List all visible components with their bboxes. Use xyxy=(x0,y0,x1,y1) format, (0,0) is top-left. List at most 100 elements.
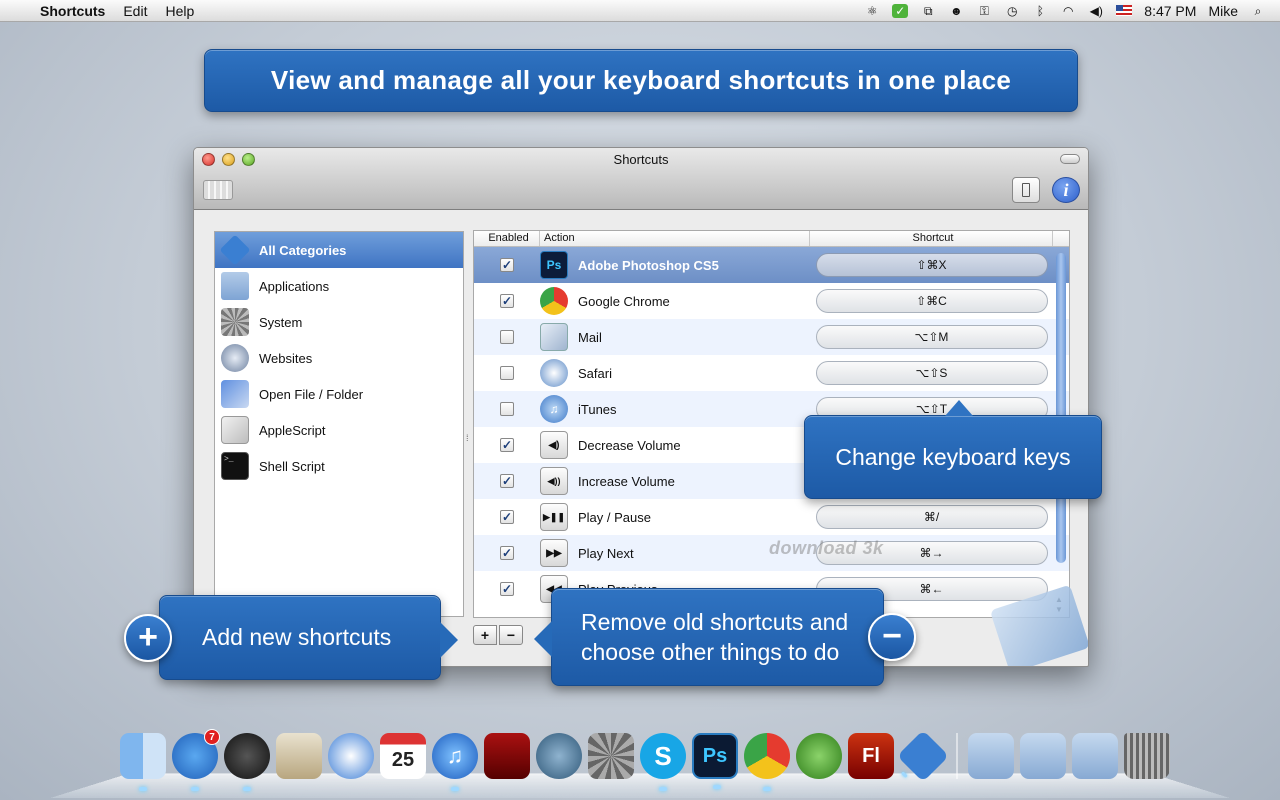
sidebar-item-applications[interactable]: Applications xyxy=(215,268,463,304)
table-row[interactable]: ✓ Google Chrome ⇧⌘C xyxy=(474,283,1069,319)
dock-skype-icon[interactable]: S xyxy=(640,733,686,791)
info-button[interactable]: i xyxy=(1052,177,1080,203)
enabled-checkbox[interactable]: ✓ xyxy=(500,546,514,560)
dock-icon-label: Ps xyxy=(702,744,728,767)
sidebar-item-applescript[interactable]: AppleScript xyxy=(215,412,463,448)
dock-time-machine-icon[interactable] xyxy=(536,733,582,779)
action-cell: Ps Adobe Photoshop CS5 xyxy=(540,251,810,279)
finder-icon xyxy=(221,380,249,408)
enabled-checkbox[interactable]: ✓ xyxy=(500,474,514,488)
evernote-icon[interactable]: ✓ xyxy=(892,3,909,18)
sidebar-item-all-categories[interactable]: All Categories xyxy=(215,232,463,268)
enabled-checkbox[interactable] xyxy=(500,330,514,344)
running-indicator-icon xyxy=(659,787,667,791)
shortcut-recorder-field[interactable]: ⌥⇧M xyxy=(815,325,1048,349)
dock-itunes-icon[interactable]: ♫ xyxy=(432,733,478,791)
enabled-checkbox[interactable] xyxy=(500,402,514,416)
menu-help[interactable]: Help xyxy=(165,3,194,19)
wifi-icon[interactable]: ◠ xyxy=(1060,4,1076,18)
column-header-action[interactable]: Action xyxy=(540,231,810,246)
dock-separator xyxy=(956,733,958,779)
shortcut-recorder-field[interactable]: ⌥⇧S xyxy=(815,361,1048,385)
sidebar-item-websites[interactable]: Websites xyxy=(215,340,463,376)
dock-flash-icon[interactable]: Fl xyxy=(848,733,894,779)
running-indicator-icon xyxy=(763,787,771,791)
enabled-checkbox[interactable]: ✓ xyxy=(500,294,514,308)
enabled-cell: ✓ xyxy=(474,294,540,308)
dock-adium-icon[interactable] xyxy=(796,733,842,779)
dock-applications-stack-icon[interactable] xyxy=(968,733,1014,779)
shortcut-recorder-field[interactable]: ⇧⌘X xyxy=(815,253,1048,277)
running-indicator-icon xyxy=(713,785,721,789)
sidebar-item-open-file-folder[interactable]: Open File / Folder xyxy=(215,376,463,412)
sidebar-item-shell-script[interactable]: >_ Shell Script xyxy=(215,448,463,484)
dock-downloads-stack-icon[interactable] xyxy=(1072,733,1118,779)
lock-icon[interactable]: ⚿ xyxy=(976,4,992,18)
enabled-checkbox[interactable]: ✓ xyxy=(500,510,514,524)
table-row[interactable]: ✓ ▶❚❚ Play / Pause ⌘/ xyxy=(474,499,1069,535)
add-shortcut-button[interactable]: + xyxy=(473,625,497,645)
dock-finder-icon[interactable] xyxy=(120,733,166,791)
dock-safari-icon[interactable] xyxy=(328,733,374,779)
enabled-cell: ✓ xyxy=(474,258,540,272)
enabled-checkbox[interactable]: ✓ xyxy=(500,438,514,452)
itunes-icon: ♫ xyxy=(540,395,568,423)
menu-bar: Shortcuts Edit Help ⚛ ✓ ⧉ ☻ ⚿ ◷ ᛒ ◠ ◀) 8… xyxy=(0,0,1280,22)
shortcut-recorder-field[interactable]: ⌘/ xyxy=(815,505,1048,529)
sidebar-item-label: Open File / Folder xyxy=(259,386,364,402)
remove-shortcut-button[interactable]: − xyxy=(499,625,523,645)
callout-remove-line-2: choose other things to do xyxy=(581,639,840,665)
shortcut-cell: ⌥⇧S xyxy=(810,361,1053,385)
keyboard-icon[interactable] xyxy=(203,180,233,200)
toolbar-toggle-button[interactable] xyxy=(1060,154,1080,164)
notification-badge: 7 xyxy=(204,729,220,745)
enabled-checkbox[interactable] xyxy=(500,366,514,380)
shortcut-recorder-field[interactable]: ⇧⌘C xyxy=(815,289,1048,313)
running-indicator-icon xyxy=(900,771,908,779)
enabled-cell xyxy=(474,366,540,380)
dock-calendar-icon[interactable]: 25 xyxy=(380,733,426,779)
scrollbar-thumb[interactable] xyxy=(1056,253,1066,563)
plus-icon: + xyxy=(124,614,172,662)
spotlight-search-icon[interactable]: ⌕ xyxy=(1250,4,1266,18)
bluetooth-icon[interactable]: ᛒ xyxy=(1032,4,1048,18)
enabled-checkbox[interactable]: ✓ xyxy=(500,258,514,272)
dock-chrome-icon[interactable] xyxy=(744,733,790,791)
switch-icon xyxy=(1022,183,1030,197)
enabled-cell: ✓ xyxy=(474,510,540,524)
action-cell: Mail xyxy=(540,323,810,351)
split-view-handle[interactable]: ⁞ xyxy=(466,433,469,443)
enable-switch-button[interactable] xyxy=(1012,177,1040,203)
sidebar-item-system[interactable]: System xyxy=(215,304,463,340)
dock-photoshop-icon[interactable]: Ps xyxy=(692,733,738,789)
dock-dashboard-icon[interactable] xyxy=(224,733,270,791)
window-toolbar: Shortcuts i xyxy=(194,148,1088,210)
column-header-enabled[interactable]: Enabled xyxy=(474,231,540,246)
dock-photo-booth-icon[interactable] xyxy=(484,733,530,779)
menubar-clock[interactable]: 8:47 PM xyxy=(1144,3,1196,19)
time-machine-icon[interactable]: ◷ xyxy=(1004,4,1020,18)
dock-trash-icon[interactable] xyxy=(1124,733,1170,779)
action-cell: ◀)) Increase Volume xyxy=(540,467,810,495)
table-header: Enabled Action Shortcut xyxy=(474,231,1069,247)
enabled-checkbox[interactable]: ✓ xyxy=(500,582,514,596)
menu-edit[interactable]: Edit xyxy=(123,3,147,19)
dock-documents-stack-icon[interactable] xyxy=(1020,733,1066,779)
dock-mail-icon[interactable] xyxy=(276,733,322,779)
dock-shortcuts-icon[interactable] xyxy=(896,729,950,783)
column-header-shortcut[interactable]: Shortcut xyxy=(810,231,1053,246)
network-share-icon[interactable]: ⚛ xyxy=(864,4,880,18)
menubar-user[interactable]: Mike xyxy=(1208,3,1238,19)
enabled-cell: ✓ xyxy=(474,546,540,560)
resize-window-icon[interactable]: ⧉ xyxy=(920,4,936,18)
input-source-flag-icon[interactable] xyxy=(1116,5,1133,16)
table-row[interactable]: ✓ Ps Adobe Photoshop CS5 ⇧⌘X xyxy=(474,247,1069,283)
table-row[interactable]: Safari ⌥⇧S xyxy=(474,355,1069,391)
dock-app-store-icon[interactable]: 7 xyxy=(172,729,220,791)
adium-status-icon[interactable]: ☻ xyxy=(948,4,964,18)
volume-icon[interactable]: ◀) xyxy=(1088,4,1104,18)
menu-app-name[interactable]: Shortcuts xyxy=(40,3,105,19)
dock-system-preferences-icon[interactable] xyxy=(588,733,634,779)
table-row[interactable]: Mail ⌥⇧M xyxy=(474,319,1069,355)
running-indicator-icon xyxy=(139,787,147,791)
